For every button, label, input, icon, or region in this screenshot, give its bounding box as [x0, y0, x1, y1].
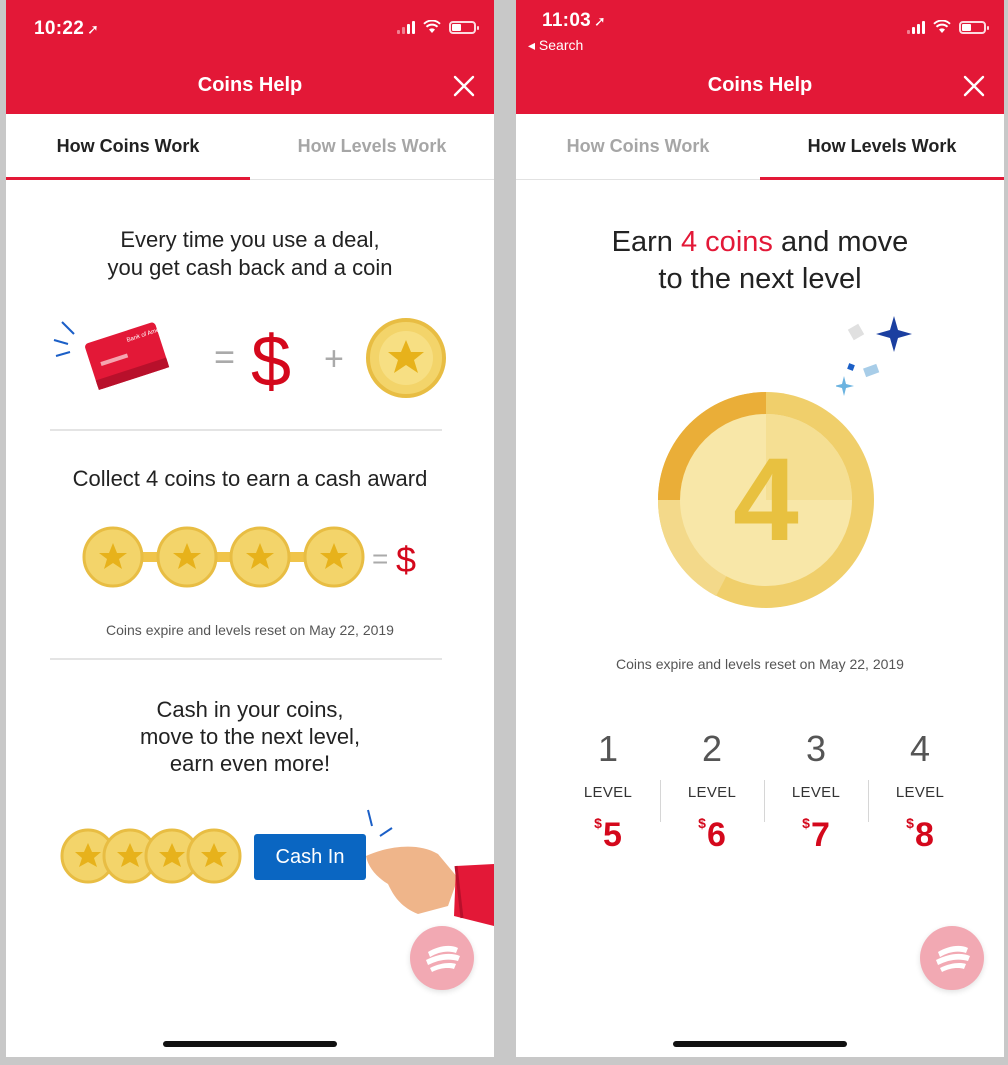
brand-flag-icon — [426, 945, 460, 972]
deal-equation-illustration: Bank of America = $ + — [53, 318, 446, 402]
coin-4-icon — [303, 526, 365, 588]
level-label: LEVEL — [895, 784, 945, 801]
level-label: LEVEL — [583, 784, 633, 801]
chat-fab[interactable] — [410, 926, 474, 990]
level-number: 3 — [805, 728, 827, 769]
coins-equals-sign: = — [372, 543, 388, 574]
tab-how-coins-work[interactable]: How Coins Work — [6, 114, 250, 180]
home-indicator[interactable] — [163, 1041, 337, 1047]
levels-heading: Earn 4 coins and move to the next level — [516, 224, 1004, 298]
stacked-coins-illustration — [60, 828, 242, 884]
level-label: LEVEL — [791, 784, 841, 801]
expiry-note: Coins expire and levels reset on May 22,… — [106, 622, 394, 638]
level-number: 1 — [597, 728, 619, 769]
coin-2-icon — [156, 526, 218, 588]
cash-in-button[interactable]: Cash In — [254, 834, 366, 880]
levels-heading-line2: to the next level — [658, 263, 862, 295]
coins-highlight: 4 coins — [681, 226, 773, 258]
dollar-sign: $ — [251, 322, 291, 402]
wifi-icon — [423, 20, 441, 33]
back-to-search-link[interactable]: ◂ Search — [528, 37, 583, 54]
level-amount: $8 — [906, 815, 934, 854]
equals-sign: = — [214, 336, 235, 377]
section-divider — [50, 429, 442, 431]
big-coin-number: 4 — [733, 434, 799, 566]
chat-fab[interactable] — [920, 926, 984, 990]
close-icon[interactable] — [960, 72, 988, 100]
level-number: 4 — [909, 728, 931, 769]
star-coin-icon — [366, 318, 446, 398]
big-coin-4-icon: 4 — [657, 392, 874, 608]
tab-how-coins-work[interactable]: How Coins Work — [516, 114, 760, 179]
section-divider — [50, 658, 442, 660]
tab-bar: How Coins Work How Levels Work — [516, 114, 1004, 180]
signal-icon — [907, 20, 925, 34]
status-icons — [907, 20, 989, 34]
plus-sign: + — [324, 340, 344, 378]
battery-icon — [959, 20, 989, 34]
level-amount: $5 — [594, 815, 622, 854]
phone-screen-coins: 10:22 ➚ Coins Help How Coins Work How Lev… — [6, 0, 494, 1057]
coins-dollar-sign: $ — [396, 539, 416, 580]
location-arrow-icon: ➚ — [87, 21, 100, 37]
cash-in-line3: earn even more! — [169, 751, 331, 776]
level-amount: $6 — [698, 815, 726, 854]
tab-how-levels-work[interactable]: How Levels Work — [250, 114, 494, 179]
level-label: LEVEL — [687, 784, 737, 801]
phone-screen-levels: 11:03 ➚ ◂ Search Coins Help How Coins Wor… — [516, 0, 1004, 1057]
header-bar: 10:22 ➚ Coins Help — [6, 0, 494, 114]
level-2: 2 LEVEL $6 — [660, 728, 764, 878]
tab-how-levels-work[interactable]: How Levels Work — [760, 114, 1004, 180]
home-indicator[interactable] — [673, 1041, 847, 1047]
collect-coins-heading: Collect 4 coins to earn a cash award — [72, 466, 428, 491]
coin-3-icon — [229, 526, 291, 588]
four-coins-illustration: = $ — [82, 526, 416, 588]
cash-in-line2: move to the next level, — [139, 724, 361, 749]
status-icons — [397, 20, 479, 34]
expiry-note: Coins expire and levels reset on May 22,… — [616, 656, 904, 672]
coin-1-icon — [82, 526, 144, 588]
status-time: 10:22 ➚ — [34, 18, 100, 39]
level-4: 4 LEVEL $8 — [868, 728, 972, 878]
close-icon[interactable] — [450, 72, 478, 100]
signal-icon — [397, 20, 415, 34]
sparkle-lines-icon — [53, 321, 75, 357]
status-time: 11:03 ➚ — [542, 10, 607, 31]
levels-row: 1 LEVEL $5 2 LEVEL $6 3 LEVEL $7 4 LEVEL… — [556, 728, 972, 878]
deal-text-line1: Every time you use a deal, — [120, 227, 380, 252]
sparkle-icon — [836, 316, 912, 396]
level-amount: $7 — [802, 815, 830, 854]
levels-heading-line1: Earn 4 coins and move — [611, 226, 909, 258]
level-number: 2 — [701, 728, 723, 769]
level-1: 1 LEVEL $5 — [556, 728, 660, 878]
deal-text-line2: you get cash back and a coin — [107, 255, 393, 280]
level-3: 3 LEVEL $7 — [764, 728, 868, 878]
location-arrow-icon: ➚ — [594, 13, 607, 29]
wifi-icon — [933, 20, 951, 33]
brand-flag-icon — [936, 945, 970, 972]
header-bar: 11:03 ➚ ◂ Search Coins Help — [516, 0, 1004, 114]
sparkles-decoration — [836, 316, 912, 396]
stacked-coin-4-icon — [186, 828, 242, 884]
battery-icon — [449, 20, 479, 34]
nav-title: Coins Help — [197, 74, 303, 96]
section-deal-text: Every time you use a deal, you get cash … — [6, 226, 494, 282]
cash-in-line1: Cash in your coins, — [156, 697, 344, 722]
nav-title: Coins Help — [707, 74, 813, 96]
pointing-hand-illustration — [366, 809, 494, 926]
cash-in-description: Cash in your coins, move to the next lev… — [6, 696, 494, 777]
credit-card-icon: Bank of America — [85, 322, 170, 390]
tab-bar: How Coins Work How Levels Work — [6, 114, 494, 180]
